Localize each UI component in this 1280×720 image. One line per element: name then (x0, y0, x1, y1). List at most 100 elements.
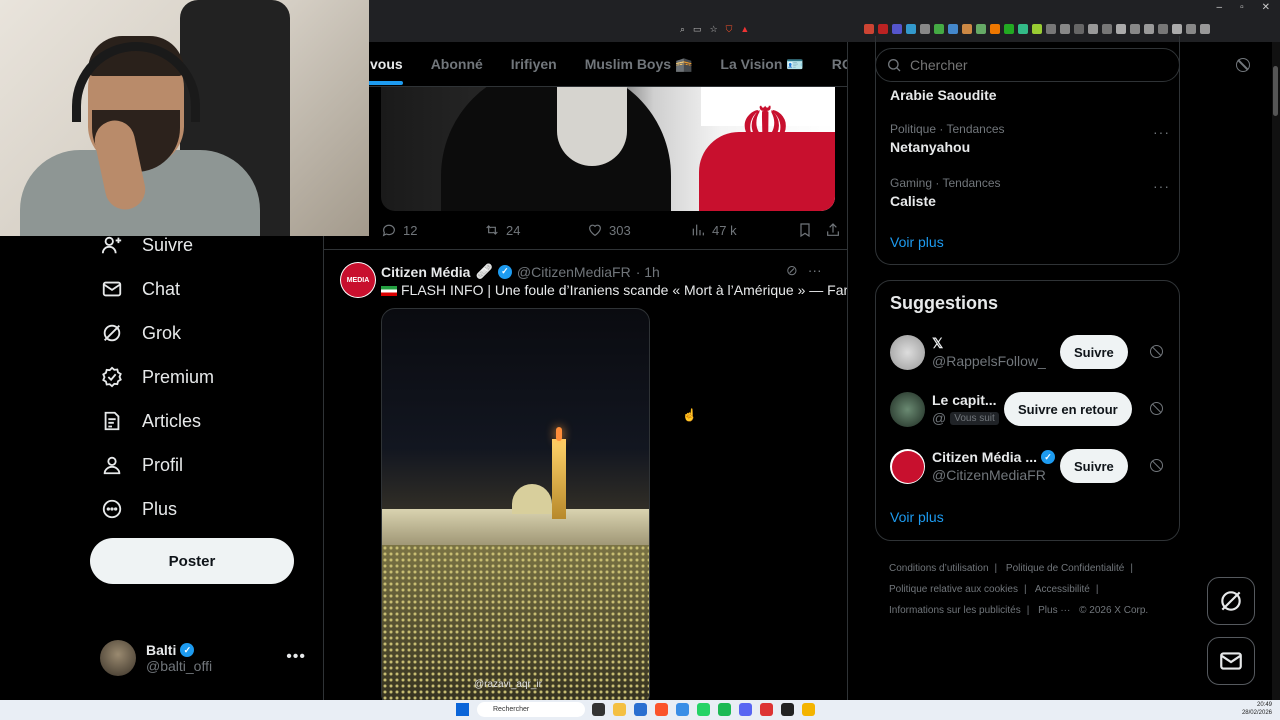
extensions-bar[interactable] (864, 24, 1210, 34)
brave-icon[interactable] (655, 703, 668, 716)
more-options-icon[interactable]: ··· (1153, 124, 1170, 140)
extension-icon[interactable] (1074, 24, 1084, 34)
extension-icon[interactable] (934, 24, 944, 34)
bookmark-icon[interactable]: ☆ (710, 24, 718, 35)
extension-icon[interactable] (1018, 24, 1028, 34)
zoom-icon[interactable]: ⌕ (680, 24, 685, 35)
system-tray[interactable]: 20:49 28/02/2026 (1242, 701, 1272, 717)
nav-item-chat[interactable]: Chat (100, 274, 180, 304)
extension-icon[interactable] (990, 24, 1000, 34)
extension-icon[interactable] (906, 24, 916, 34)
tweet-video[interactable]: @razavi_aqr_ir (381, 308, 650, 700)
extension-icon[interactable] (1172, 24, 1182, 34)
extension-icon[interactable] (1200, 24, 1210, 34)
repost-button[interactable]: 24 (484, 222, 587, 238)
restore-icon[interactable]: ▫ (1240, 2, 1244, 13)
windows-start-icon[interactable] (456, 703, 469, 716)
app-icon[interactable] (634, 703, 647, 716)
extension-icon[interactable] (1004, 24, 1014, 34)
block-icon[interactable] (1150, 345, 1163, 358)
trends-show-more-link[interactable]: Voir plus (890, 234, 944, 250)
screenshot-icon[interactable]: ▭ (693, 24, 702, 35)
search-box[interactable] (875, 48, 1180, 82)
extension-icon[interactable] (1088, 24, 1098, 34)
taskbar-search[interactable]: Rechercher (477, 702, 585, 717)
extension-icon[interactable] (962, 24, 972, 34)
nav-item-profile[interactable]: Profil (100, 450, 183, 480)
extension-icon[interactable] (1046, 24, 1056, 34)
address-bar-icons[interactable]: ⌕ ▭ ☆ ⛉ ▲ (680, 24, 749, 35)
extension-icon[interactable] (878, 24, 888, 34)
block-icon[interactable] (1236, 58, 1250, 72)
post-button[interactable]: Poster (90, 538, 294, 584)
app-icon[interactable] (676, 703, 689, 716)
extension-icon[interactable] (948, 24, 958, 34)
file-explorer-icon[interactable] (613, 703, 626, 716)
bookmark-button[interactable] (797, 222, 825, 238)
extension-icon[interactable] (1158, 24, 1168, 34)
more-options-icon[interactable]: ··· (1153, 178, 1170, 194)
extension-icon[interactable] (1116, 24, 1126, 34)
tab-for-you[interactable]: vous (366, 56, 403, 85)
extension-icon[interactable] (920, 24, 930, 34)
block-icon[interactable] (1150, 402, 1163, 415)
tab-road[interactable]: ROAD (832, 56, 847, 72)
nav-item-grok[interactable]: Grok (100, 318, 181, 348)
taskview-icon[interactable] (592, 703, 605, 716)
discord-icon[interactable] (739, 703, 752, 716)
extension-icon[interactable] (1130, 24, 1140, 34)
extension-icon[interactable] (1102, 24, 1112, 34)
extension-icon[interactable] (1032, 24, 1042, 34)
app-icon[interactable] (760, 703, 773, 716)
more-options-icon[interactable]: ··· (808, 262, 822, 279)
more-options-icon[interactable]: ••• (286, 648, 306, 666)
grok-fab-button[interactable] (1207, 577, 1255, 625)
brave-rewards-icon[interactable]: ▲ (740, 24, 749, 35)
tweet-timestamp[interactable]: · 1h (636, 264, 660, 280)
search-input[interactable] (910, 57, 1160, 73)
tab-muslim-boys[interactable]: Muslim Boys 🕋 (585, 56, 693, 73)
suggestion-item[interactable]: Citizen Média ... ✓ @CitizenMediaFR Suivr… (890, 447, 1170, 487)
suggestion-item[interactable]: 𝕏 @RappelsFollow_ Suivre (890, 333, 1170, 373)
tweet-avatar[interactable]: MEDIA (340, 262, 376, 298)
obs-icon[interactable] (781, 703, 794, 716)
nav-item-articles[interactable]: Articles (100, 406, 201, 436)
footer-link[interactable]: Politique relative aux cookies (889, 584, 1018, 595)
trend-item[interactable]: Arabie Saoudite (890, 84, 1170, 103)
tweet-author-handle[interactable]: @CitizenMediaFR (517, 264, 631, 280)
extension-icon[interactable] (864, 24, 874, 34)
brave-shield-icon[interactable]: ⛉ (726, 24, 733, 35)
follow-button[interactable]: Suivre (1060, 449, 1128, 483)
spotify-icon[interactable] (718, 703, 731, 716)
trend-item[interactable]: Gaming · Tendances Caliste ··· (890, 176, 1170, 209)
nav-item-more[interactable]: Plus (100, 494, 177, 524)
trend-item[interactable]: Politique · Tendances Netanyahou ··· (890, 122, 1170, 155)
like-button[interactable]: 303 (587, 222, 690, 238)
tab-subscribed[interactable]: Abonné (431, 56, 483, 72)
extension-icon[interactable] (1186, 24, 1196, 34)
tweet-author-name[interactable]: Citizen Média (381, 264, 470, 280)
tweet-image[interactable]: ☫ (381, 86, 835, 211)
close-icon[interactable]: ✕ (1262, 2, 1270, 13)
footer-link[interactable]: Plus ··· (1038, 605, 1070, 616)
extension-icon[interactable] (1144, 24, 1154, 34)
follow-back-button[interactable]: Suivre en retour (1004, 392, 1132, 426)
window-controls[interactable]: – ▫ ✕ (1217, 2, 1271, 13)
chrome-icon[interactable] (802, 703, 815, 716)
tab-la-vision[interactable]: La Vision 🪪 (720, 56, 803, 73)
reply-button[interactable]: 12 (381, 222, 484, 238)
block-icon[interactable] (1150, 459, 1163, 472)
messages-fab-button[interactable] (1207, 637, 1255, 685)
footer-link[interactable]: Politique de Confidentialité (1006, 563, 1124, 574)
scrollbar-track[interactable] (1272, 42, 1280, 700)
follow-button[interactable]: Suivre (1060, 335, 1128, 369)
tab-irifiyen[interactable]: Irifiyen (511, 56, 557, 72)
suggestion-item[interactable]: Le capit... @ Vous suit Suivre en retour (890, 390, 1170, 430)
block-icon[interactable]: ⊘ (786, 262, 798, 279)
views-button[interactable]: 47 k (690, 222, 797, 238)
footer-link[interactable]: Accessibilité (1035, 584, 1090, 595)
share-button[interactable] (825, 222, 841, 238)
nav-item-premium[interactable]: Premium (100, 362, 214, 392)
suggestions-show-more-link[interactable]: Voir plus (890, 509, 944, 525)
extension-icon[interactable] (1060, 24, 1070, 34)
